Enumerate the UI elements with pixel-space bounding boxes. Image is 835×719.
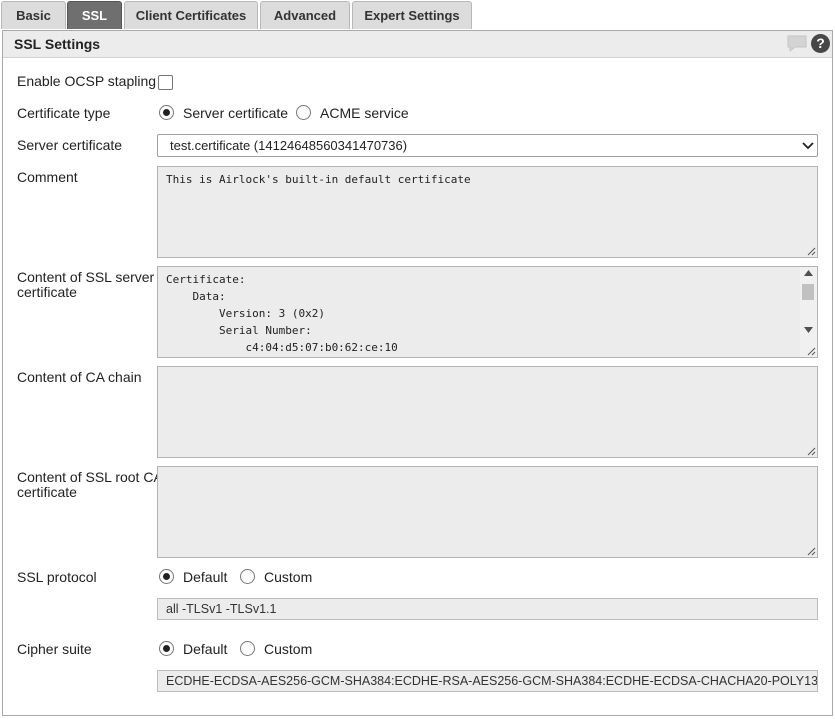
ssl-server-cert-label-line2: certificate [17, 284, 77, 300]
root-ca-textarea[interactable] [157, 466, 818, 558]
radio-cipher-suite-custom-label[interactable]: Custom [264, 641, 312, 657]
cipher-suite-value: ECDHE-ECDSA-AES256-GCM-SHA384:ECDHE-RSA-… [166, 674, 818, 688]
radio-cipher-suite-default[interactable] [159, 641, 174, 656]
radio-server-certificate[interactable] [159, 105, 174, 120]
radio-cipher-suite-custom[interactable] [240, 641, 255, 656]
ocsp-label: Enable OCSP stapling [17, 73, 157, 89]
ssl-server-cert-label: Content of SSL server certificate [17, 270, 154, 300]
radio-server-certificate-label[interactable]: Server certificate [183, 105, 288, 121]
speech-bubble-icon[interactable] [787, 35, 807, 53]
server-certificate-label: Server certificate [17, 137, 123, 153]
radio-ssl-protocol-custom[interactable] [240, 569, 255, 584]
scrollbar[interactable] [800, 267, 817, 357]
comment-text: This is Airlock's built-in default certi… [166, 173, 471, 186]
tab-advanced[interactable]: Advanced [260, 1, 350, 29]
radio-cipher-suite-default-label[interactable]: Default [183, 641, 227, 657]
resize-grip-icon[interactable] [806, 546, 816, 556]
radio-ssl-protocol-custom-label[interactable]: Custom [264, 569, 312, 585]
scroll-up-arrow-icon[interactable] [804, 270, 813, 276]
root-ca-label-line2: certificate [17, 484, 77, 500]
panel-header: SSL Settings ? [3, 31, 832, 58]
root-ca-label-line1: Content of SSL root CA [17, 469, 163, 485]
tab-client-certificates[interactable]: Client Certificates [124, 1, 258, 29]
help-icon[interactable]: ? [811, 34, 830, 53]
server-certificate-select[interactable]: test.certificate (14124648560341470736) [157, 134, 818, 157]
ssl-protocol-label: SSL protocol [17, 569, 97, 585]
chevron-down-icon [802, 142, 814, 150]
radio-acme-service-label[interactable]: ACME service [320, 105, 409, 121]
panel-title: SSL Settings [14, 36, 101, 52]
ssl-protocol-field: all -TLSv1 -TLSv1.1 [157, 598, 818, 620]
radio-ssl-protocol-default-label[interactable]: Default [183, 569, 227, 585]
tab-expert-settings[interactable]: Expert Settings [352, 1, 472, 29]
ca-chain-label: Content of CA chain [17, 369, 142, 385]
tab-bar: Basic SSL Client Certificates Advanced E… [0, 0, 835, 30]
resize-grip-icon[interactable] [806, 346, 816, 356]
radio-acme-service[interactable] [296, 105, 311, 120]
cipher-suite-field: ECDHE-ECDSA-AES256-GCM-SHA384:ECDHE-RSA-… [157, 670, 818, 692]
server-certificate-value: test.certificate (14124648560341470736) [170, 138, 408, 153]
ocsp-checkbox[interactable] [158, 75, 173, 90]
tab-basic[interactable]: Basic [1, 1, 66, 29]
ssl-server-cert-label-line1: Content of SSL server [17, 269, 155, 285]
comment-label: Comment [17, 169, 78, 185]
ssl-protocol-value: all -TLSv1 -TLSv1.1 [166, 602, 277, 616]
comment-textarea[interactable]: This is Airlock's built-in default certi… [157, 166, 818, 258]
certificate-type-label: Certificate type [17, 105, 111, 121]
ca-chain-textarea[interactable] [157, 366, 818, 458]
cipher-suite-label: Cipher suite [17, 641, 92, 657]
scroll-down-arrow-icon[interactable] [804, 327, 813, 333]
radio-ssl-protocol-default[interactable] [159, 569, 174, 584]
resize-grip-icon[interactable] [806, 446, 816, 456]
ssl-server-cert-textarea[interactable]: Certificate: Data: Version: 3 (0x2) Seri… [157, 266, 818, 358]
tab-ssl[interactable]: SSL [67, 1, 122, 29]
root-ca-label: Content of SSL root CA certificate [17, 470, 163, 500]
scroll-thumb[interactable] [802, 284, 814, 300]
ssl-server-cert-text: Certificate: Data: Version: 3 (0x2) Seri… [166, 273, 398, 354]
resize-grip-icon[interactable] [806, 246, 816, 256]
